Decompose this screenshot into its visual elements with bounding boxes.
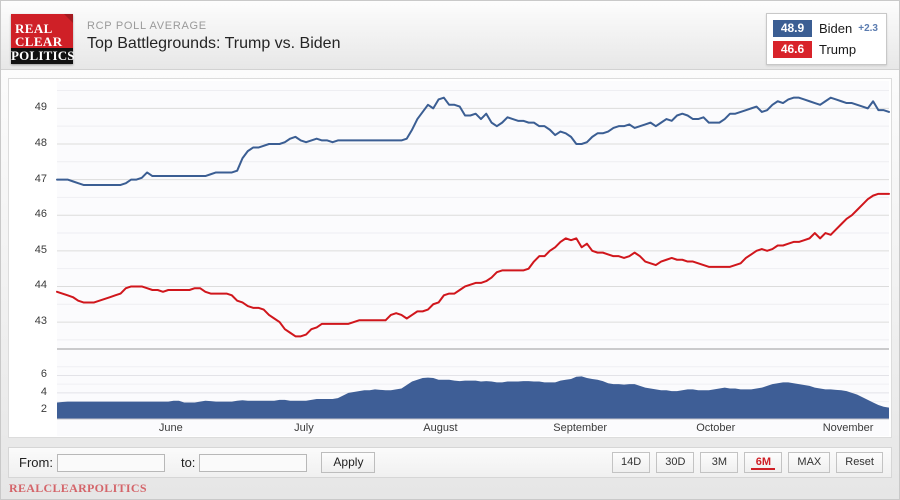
page-title: Top Battlegrounds: Trump vs. Biden	[87, 35, 341, 52]
x-tick-july: July	[294, 422, 314, 434]
from-date-input[interactable]	[56, 453, 165, 472]
x-tick-june: June	[158, 422, 183, 434]
to-date-input[interactable]	[199, 453, 308, 472]
logo-line-2: CLEAR	[15, 34, 63, 49]
legend-delta-biden: +2.3	[858, 23, 878, 34]
y-tick-48: 48	[34, 136, 47, 149]
apply-button[interactable]: Apply	[321, 452, 376, 473]
x-tick-october: October	[696, 422, 736, 434]
poll-average-chart[interactable]	[9, 79, 893, 439]
legend-row-trump[interactable]: 46.6 Trump	[773, 40, 878, 59]
rcp-poll-average-widget: REAL CLEAR POLITICS RCP POLL AVERAGE Top…	[0, 0, 900, 500]
watermark: REALCLEARPOLITICS	[9, 481, 147, 495]
realclearpolitics-logo[interactable]: REAL CLEAR POLITICS	[11, 14, 75, 64]
range-button-max[interactable]: MAX	[788, 452, 831, 473]
legend-value-trump: 46.6	[773, 41, 812, 58]
spread-y-tick-6: 6	[40, 368, 47, 381]
from-label: From:	[19, 455, 53, 470]
logo-line-3: POLITICS	[11, 48, 75, 64]
range-button-14d[interactable]: 14D	[612, 452, 651, 473]
range-button-6m[interactable]: 6M	[744, 452, 783, 473]
x-tick-august: August	[423, 422, 458, 434]
header: REAL CLEAR POLITICS RCP POLL AVERAGE Top…	[1, 1, 899, 70]
header-kicker: RCP POLL AVERAGE	[87, 20, 207, 32]
range-button-group: 14D 30D 3M 6M MAX Reset	[612, 452, 883, 473]
y-tick-46: 46	[34, 208, 47, 221]
chart-legend: 48.9 Biden +2.3 46.6 Trump	[766, 13, 887, 65]
spread-y-tick-2: 2	[40, 403, 47, 416]
controls-bar: From: to: Apply 14D 30D 3M 6M MAX Reset	[8, 447, 892, 478]
range-button-3m[interactable]: 3M	[700, 452, 739, 473]
y-tick-44: 44	[34, 279, 47, 292]
spread-y-tick-4: 4	[40, 385, 47, 398]
y-tick-45: 45	[34, 243, 47, 256]
x-tick-september: September	[553, 422, 608, 434]
chart-panel[interactable]: 43 44 45 46 47 48 49 2 4 6	[8, 78, 892, 438]
legend-row-biden[interactable]: 48.9 Biden +2.3	[773, 19, 878, 38]
legend-name-trump: Trump	[819, 42, 857, 57]
legend-value-biden: 48.9	[773, 20, 812, 37]
x-tick-november: November	[822, 422, 874, 434]
to-label: to:	[180, 455, 196, 470]
range-button-30d[interactable]: 30D	[656, 452, 695, 473]
range-button-reset[interactable]: Reset	[836, 452, 883, 473]
legend-name-biden: Biden	[819, 21, 853, 36]
logo-fold-corner	[64, 14, 73, 23]
y-tick-49: 49	[34, 101, 47, 114]
y-tick-47: 47	[34, 172, 47, 185]
y-tick-43: 43	[34, 315, 47, 328]
